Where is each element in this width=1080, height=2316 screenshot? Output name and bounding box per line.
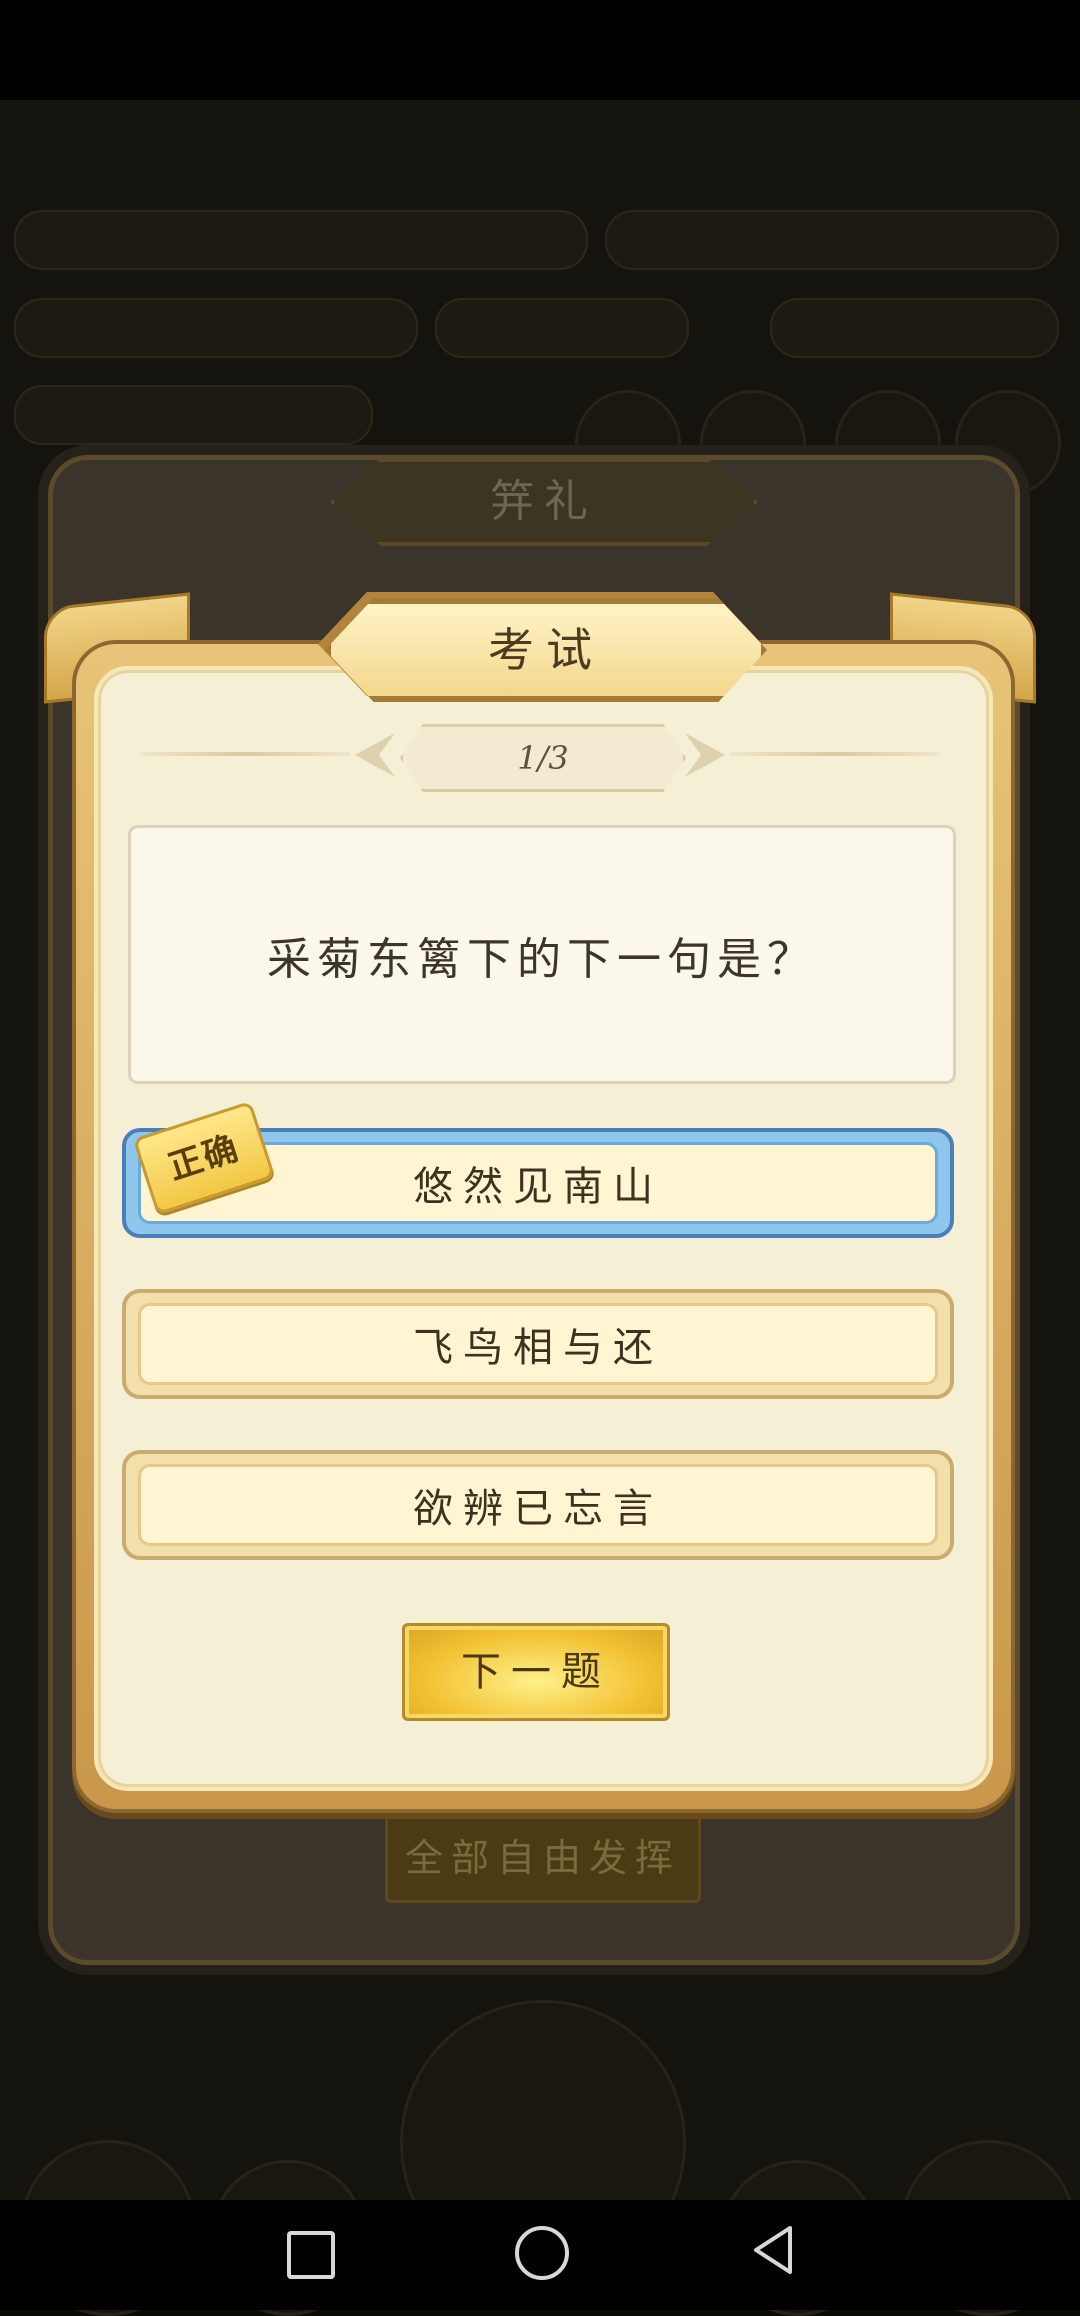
progress-divider-left xyxy=(140,752,350,756)
background-bar xyxy=(14,298,418,358)
progress-divider-right xyxy=(730,752,940,756)
triangle-back-icon[interactable] xyxy=(750,2224,796,2276)
next-question-button[interactable]: 下一题 xyxy=(402,1623,670,1721)
question-text: 采菊东篱下的下一句是？ xyxy=(267,933,817,985)
background-bar xyxy=(14,210,588,270)
free-play-button: 全部自由发挥 xyxy=(385,1813,701,1903)
answer-option-label: 飞鸟相与还 xyxy=(138,1303,938,1385)
background-bar xyxy=(14,385,373,445)
background-bar xyxy=(435,298,689,358)
background-bar xyxy=(605,210,1059,270)
question-progress: 1/3 xyxy=(400,724,686,792)
square-icon[interactable] xyxy=(287,2231,335,2279)
status-bar xyxy=(0,0,1080,100)
answer-option-3[interactable]: 欲辨已忘言 xyxy=(122,1450,954,1560)
background-bar xyxy=(770,298,1059,358)
answer-option-label: 欲辨已忘言 xyxy=(138,1464,938,1546)
question-box: 采菊东篱下的下一句是？ xyxy=(128,825,956,1084)
answer-option-2[interactable]: 飞鸟相与还 xyxy=(122,1289,954,1399)
background-panel-title: 笄礼 xyxy=(330,458,758,546)
modal-title: 考试 xyxy=(325,598,767,702)
circle-icon[interactable] xyxy=(515,2226,569,2280)
